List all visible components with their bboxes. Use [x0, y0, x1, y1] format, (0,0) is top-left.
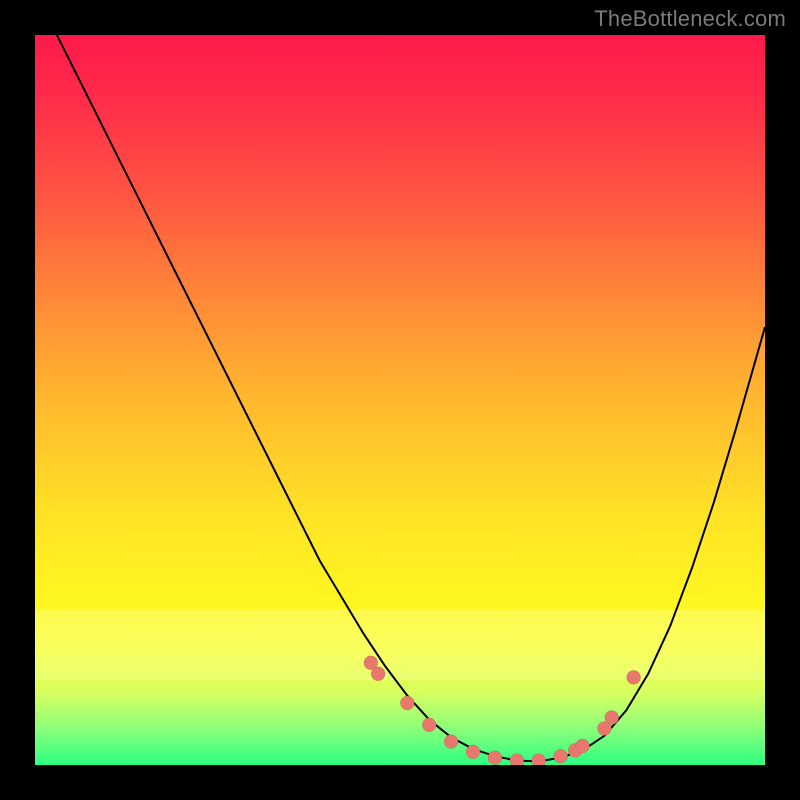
- watermark: TheBottleneck.com: [594, 6, 786, 32]
- bottleneck-curve: [35, 35, 765, 765]
- data-point: [605, 711, 619, 725]
- data-point: [576, 739, 590, 753]
- data-point: [554, 749, 568, 763]
- data-point: [532, 754, 546, 765]
- data-point: [444, 735, 458, 749]
- watermark-text: TheBottleneck.com: [594, 6, 786, 31]
- data-point: [488, 751, 502, 765]
- chart-frame: TheBottleneck.com: [0, 0, 800, 800]
- data-point: [400, 696, 414, 710]
- plot-area: [35, 35, 765, 765]
- data-point: [422, 718, 436, 732]
- data-point: [510, 754, 524, 765]
- data-point: [627, 670, 641, 684]
- data-point: [371, 667, 385, 681]
- data-point: [466, 745, 480, 759]
